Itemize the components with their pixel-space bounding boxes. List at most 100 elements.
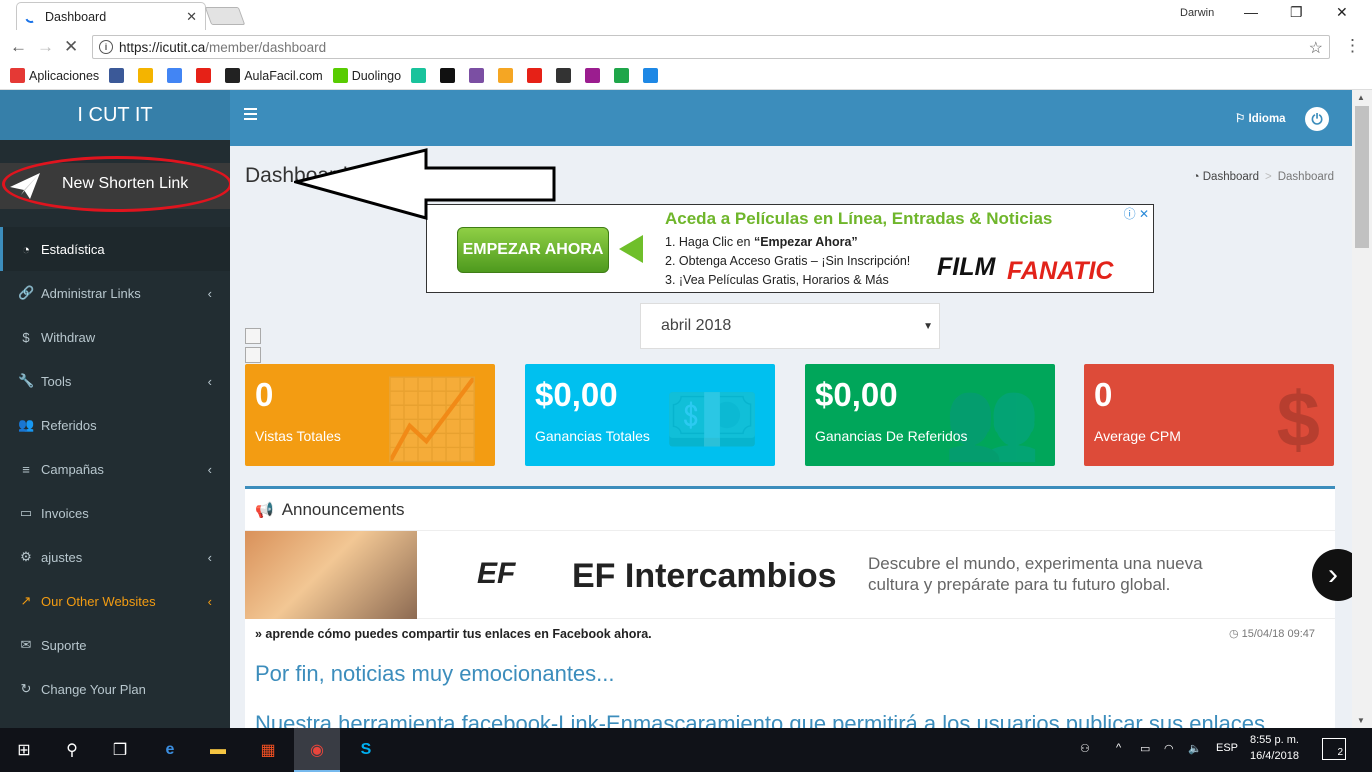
bookmark-item[interactable] <box>109 68 128 83</box>
wrench-icon: 🔧 <box>18 373 35 388</box>
sidebar-menu: ◔ Estadística 🔗 Administrar Links ‹ $ Withdraw… <box>0 227 230 711</box>
url-input[interactable]: i https://icutit.ca/member/dashboard ☆ <box>92 35 1330 59</box>
site-info-icon[interactable]: i <box>99 40 113 54</box>
minimize-icon[interactable]: — <box>1244 4 1258 20</box>
back-icon[interactable]: ← <box>10 37 27 57</box>
stat-box: 💵 $0,00 Ganancias Totales <box>525 364 775 466</box>
page-scrollbar[interactable]: ▲ ▼ <box>1352 90 1372 728</box>
bookmark-item[interactable] <box>527 68 546 83</box>
language-menu[interactable]: ⚐ Idioma <box>1235 111 1286 125</box>
ef-next-arrow-icon[interactable]: › <box>1312 549 1352 601</box>
bookmark-item[interactable]: AulaFacil.com <box>225 68 323 83</box>
search-icon[interactable]: ⚲ <box>58 736 86 764</box>
sidebar-item-suporte[interactable]: ✉ Suporte <box>0 623 230 667</box>
stop-icon[interactable]: ✕ <box>64 37 78 57</box>
ad-step: 2. Obtenga Acceso Gratis – ¡Sin Inscripc… <box>665 254 911 268</box>
store-icon[interactable]: ▦ <box>254 736 282 764</box>
flame-icon <box>498 68 514 83</box>
bookmark-item[interactable] <box>498 68 517 83</box>
sidebar-item-change-your-plan[interactable]: ↻ Change Your Plan <box>0 667 230 711</box>
bookmarks-bar: Aplicaciones AulaFacil.com Duolingo <box>0 62 1372 90</box>
windows-start-icon[interactable]: ⊞ <box>10 736 38 764</box>
scroll-down-icon[interactable]: ▼ <box>1357 716 1365 725</box>
users-icon: 👥 <box>18 417 35 432</box>
money-icon: 💵 <box>663 375 761 463</box>
credit-card-icon: ▭ <box>19 505 33 520</box>
battery-icon[interactable]: ▭ <box>1140 742 1150 755</box>
announcement-line[interactable]: » aprende cómo puedes compartir tus enla… <box>255 627 652 641</box>
ad-step: 3. ¡Vea Películas Gratis, Horarios & Más <box>665 273 889 287</box>
bookmark-item[interactable] <box>167 68 186 83</box>
chrome-icon[interactable]: ◉ <box>303 736 331 764</box>
bookmark-item[interactable] <box>469 68 488 83</box>
ad-choices-icon[interactable]: ⓘ ✕ <box>1124 205 1149 222</box>
task-view-icon[interactable]: ❒ <box>106 736 134 764</box>
gears-icon: ⚙ <box>20 549 32 564</box>
browser-tab[interactable]: Dashboard ✕ <box>16 2 206 30</box>
broken-image-icon <box>245 347 261 363</box>
stat-value: $0,00 <box>535 376 618 413</box>
dollar-icon: $ <box>22 329 30 345</box>
sidebar-item-campañas[interactable]: ≡ Campañas ‹ <box>0 447 230 491</box>
wifi-icon[interactable]: ◠ <box>1164 742 1174 755</box>
file-explorer-icon[interactable]: ▬ <box>204 736 232 764</box>
ad-steps: 1. Haga Clic en “Empezar Ahora” 2. Obten… <box>665 233 910 290</box>
bookmark-item[interactable] <box>643 68 662 83</box>
sidebar-item-estadística[interactable]: ◔ Estadística <box>0 227 230 271</box>
bookmark-item[interactable] <box>411 68 430 83</box>
close-window-icon[interactable]: ✕ <box>1336 4 1348 21</box>
profile-name[interactable]: Darwin <box>1180 7 1214 19</box>
sidebar-item-label: Our Other Websites <box>41 593 156 609</box>
month-select[interactable]: abril 2018 ▼ <box>640 303 940 349</box>
chevron-left-icon: ‹ <box>207 593 212 609</box>
sidebar-item-administrar-links[interactable]: 🔗 Administrar Links ‹ <box>0 271 230 315</box>
sidebar-item-ajustes[interactable]: ⚙ ajustes ‹ <box>0 535 230 579</box>
ad-cta-button[interactable]: EMPEZAR AHORA <box>457 227 609 273</box>
select-arrow-icon: ▼ <box>923 320 933 332</box>
bookmark-item[interactable]: Duolingo <box>332 68 401 83</box>
volume-icon[interactable]: 🔈 <box>1188 742 1202 755</box>
scroll-thumb[interactable] <box>1355 106 1369 248</box>
sidebar-item-invoices[interactable]: ▭ Invoices <box>0 491 230 535</box>
people-icon[interactable]: ⚇ <box>1080 742 1090 755</box>
bookmark-item[interactable] <box>440 68 459 83</box>
forward-icon[interactable]: → <box>37 37 54 57</box>
taskbar-clock[interactable]: 8:55 p. m. 16/4/2018 <box>1250 732 1299 764</box>
sidebar-item-label: Administrar Links <box>41 285 141 301</box>
scroll-up-icon[interactable]: ▲ <box>1357 93 1365 102</box>
edge-icon[interactable]: e <box>156 736 184 764</box>
chrome-menu-icon[interactable]: ⋮ <box>1344 36 1361 56</box>
announcement-subheading[interactable]: Nuestra herramienta facebook-Link-Enmasc… <box>255 711 1265 728</box>
main-content: Dashboard ◔ Dashboard > Dashboard EMPEZAR … <box>230 146 1352 728</box>
flag-icon: ⚐ <box>1235 113 1249 125</box>
logout-power-icon[interactable]: ⏻ <box>1305 107 1329 131</box>
bookmark-item[interactable] <box>585 68 604 83</box>
bookmark-item[interactable] <box>614 68 633 83</box>
language-indicator[interactable]: ESP <box>1216 742 1238 754</box>
sidebar-item-our-other-websites[interactable]: ↗ Our Other Websites ‹ <box>0 579 230 623</box>
tab-close-icon[interactable]: ✕ <box>186 9 197 25</box>
bookmark-item[interactable] <box>196 68 215 83</box>
sidebar-item-withdraw[interactable]: $ Withdraw <box>0 315 230 359</box>
ad-arrow-icon <box>619 235 643 263</box>
bookmark-item[interactable]: Aplicaciones <box>10 68 99 83</box>
hamburger-menu-icon[interactable] <box>244 108 257 123</box>
bookmark-item[interactable] <box>556 68 575 83</box>
stat-label: Ganancias Totales <box>535 428 650 444</box>
new-tab-button[interactable] <box>204 7 246 25</box>
stats-row: 📈 0 Vistas Totales 💵 $0,00 Ganancias Totales 👥… <box>245 364 1335 466</box>
notification-center-icon[interactable]: 2 <box>1322 738 1346 760</box>
skype-icon[interactable]: S <box>352 736 380 764</box>
breadcrumb-home[interactable]: Dashboard <box>1203 171 1259 183</box>
purple-circle-icon <box>469 68 485 83</box>
ef-ad-banner[interactable]: EF EF Intercambios Descubre el mundo, ex… <box>245 531 1352 619</box>
restore-icon[interactable]: ❐ <box>1290 4 1303 21</box>
ad-headline: Aceda a Películas en Línea, Entradas & N… <box>665 209 1053 228</box>
sidebar-item-tools[interactable]: 🔧 Tools ‹ <box>0 359 230 403</box>
sidebar: I CUT IT New Shorten Link ◔ Estadística 🔗 A… <box>0 90 232 728</box>
bookmark-star-icon[interactable]: ☆ <box>1309 38 1323 58</box>
tray-chevron-icon[interactable]: ^ <box>1116 742 1121 754</box>
sidebar-item-referidos[interactable]: 👥 Referidos <box>0 403 230 447</box>
bookmark-item[interactable] <box>138 68 157 83</box>
brand-logo[interactable]: I CUT IT <box>0 90 230 140</box>
